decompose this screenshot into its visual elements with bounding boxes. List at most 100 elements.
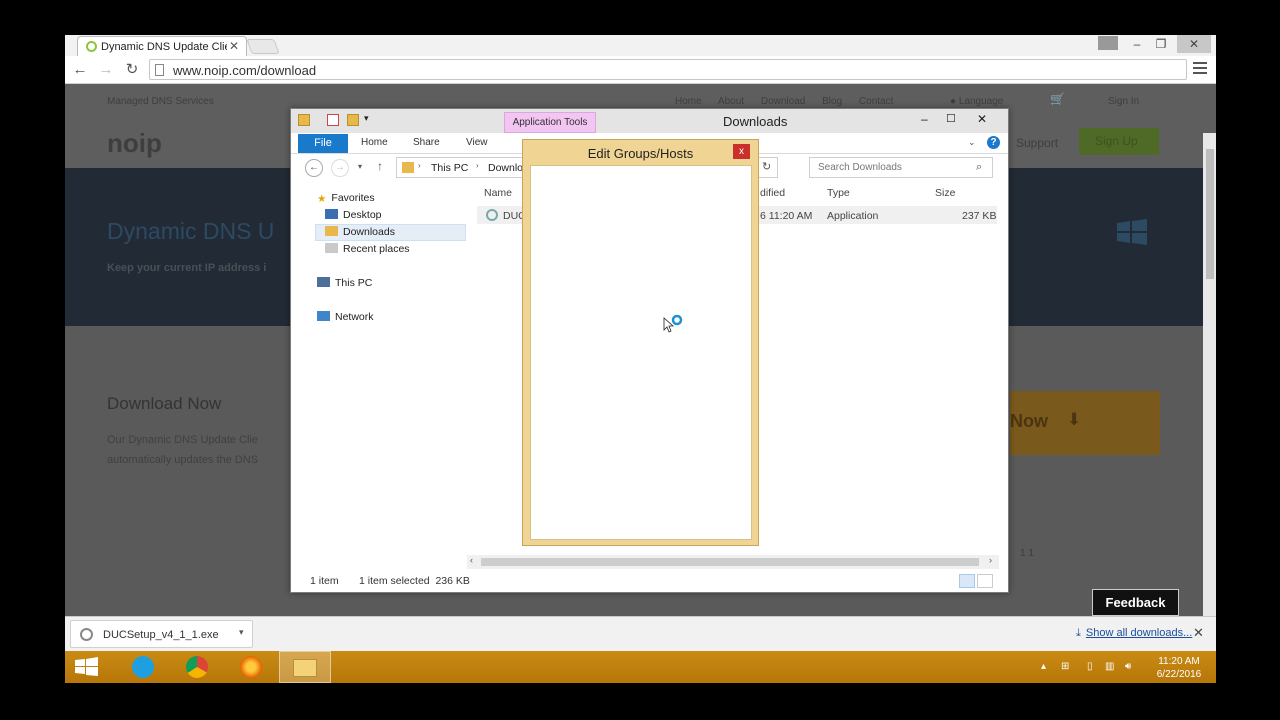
nav-about[interactable]: About (718, 96, 744, 107)
download-item[interactable]: DUCSetup_v4_1_1.exe ▾ (70, 620, 253, 648)
show-hidden-icons[interactable]: ▴ (1041, 661, 1046, 672)
recent-locations-icon[interactable]: ▾ (358, 162, 362, 171)
nav-home[interactable]: Home (675, 96, 702, 107)
file-date: 6 11:20 AM (760, 210, 813, 222)
nav-recent-places[interactable]: Recent places (325, 243, 410, 255)
nav-downloads[interactable]: Downloads (325, 226, 395, 238)
dialog-close-button[interactable]: x (733, 144, 750, 159)
browser-toolbar: ← → ↻ www.noip.com/download (65, 56, 1216, 84)
ribbon-tab-file[interactable]: File (298, 134, 348, 153)
chrome-icon[interactable] (171, 651, 223, 683)
minimize-window-button[interactable]: – (1125, 35, 1149, 53)
column-type[interactable]: Type (827, 187, 850, 199)
nav-favorites[interactable]: ★ Favorites (317, 192, 375, 205)
computer-icon (317, 277, 330, 287)
search-placeholder: Search Downloads (818, 162, 902, 173)
network-tray-icon[interactable]: ▥ (1105, 661, 1114, 672)
noip-logo: noip (107, 128, 162, 158)
expand-ribbon-icon[interactable]: ⌄ (968, 137, 976, 148)
taskbar-clock[interactable]: 11:20 AM 6/22/2016 (1145, 655, 1213, 681)
site-support[interactable]: Support (1016, 136, 1058, 150)
nav-network[interactable]: Network (317, 311, 374, 323)
ribbon-tab-share[interactable]: Share (413, 137, 440, 148)
nav-contact[interactable]: Contact (859, 96, 893, 107)
details-view-icon[interactable] (959, 574, 975, 588)
reload-icon[interactable]: ↻ (122, 60, 142, 80)
download-arrow-icon: ⬇ (1067, 410, 1082, 429)
battery-icon[interactable]: ▯ (1087, 661, 1093, 672)
nav-blog[interactable]: Blog (822, 96, 842, 107)
site-nav: Home About Download Blog Contact (675, 96, 893, 107)
explorer-titlebar[interactable]: ▾ Application Tools Downloads – ☐ ✕ (291, 109, 1008, 133)
search-downloads-input[interactable]: Search Downloads ⌕ (809, 157, 993, 178)
close-tab-icon[interactable]: ✕ (229, 39, 239, 53)
chrome-menu-icon[interactable] (1193, 62, 1207, 77)
browser-tab[interactable]: Dynamic DNS Update Clie ✕ (77, 36, 247, 56)
action-center-icon[interactable]: ⊞ (1061, 661, 1069, 672)
profile-icon[interactable] (1098, 36, 1118, 50)
explorer-minimize-button[interactable]: – (921, 112, 928, 126)
refresh-icon[interactable]: ↻ (762, 160, 771, 173)
download-options-icon[interactable]: ▾ (239, 627, 244, 638)
help-icon[interactable]: ? (987, 136, 1000, 149)
cart-icon[interactable]: 🛒 (1050, 92, 1065, 106)
page-scrollbar[interactable] (1203, 133, 1216, 670)
nav-desktop[interactable]: Desktop (325, 209, 382, 221)
internet-explorer-icon[interactable] (117, 651, 169, 683)
download-now-button[interactable]: Now ⬇ (1010, 391, 1160, 455)
file-explorer-icon (293, 659, 317, 677)
explorer-back-icon[interactable]: ← (305, 159, 323, 177)
status-selection: 1 item selected 236 KB (359, 575, 470, 587)
forward-arrow-icon[interactable]: → (96, 60, 116, 80)
download-now-label: Now (1010, 411, 1048, 431)
file-size: 237 KB (962, 210, 997, 222)
nav-download[interactable]: Download (761, 96, 805, 107)
ribbon-tab-view[interactable]: View (466, 137, 488, 148)
quick-access-dropdown-icon[interactable]: ▾ (364, 113, 369, 124)
application-tools-tab[interactable]: Application Tools (504, 112, 596, 133)
file-explorer-taskbar-button[interactable] (279, 651, 331, 683)
feedback-button[interactable]: Feedback (1092, 589, 1179, 616)
breadcrumb-downloads[interactable]: Downlo (488, 162, 523, 174)
close-shelf-icon[interactable]: ✕ (1193, 625, 1204, 641)
column-date-modified[interactable]: dified (760, 187, 785, 199)
site-sign-up-button[interactable]: Sign Up (1079, 128, 1159, 155)
breadcrumb-this-pc[interactable]: This PC (431, 162, 468, 174)
new-tab-button[interactable] (246, 39, 280, 54)
nav-this-pc[interactable]: This PC (317, 277, 372, 289)
downloads-icon (325, 226, 338, 236)
explorer-close-button[interactable]: ✕ (977, 112, 987, 126)
column-size[interactable]: Size (935, 187, 955, 199)
horizontal-scrollbar[interactable]: ‹ › (467, 555, 999, 569)
new-folder-icon[interactable] (347, 114, 359, 126)
back-arrow-icon[interactable]: ← (70, 60, 90, 80)
language-selector[interactable]: ● Language (950, 96, 1003, 107)
scroll-left-icon[interactable]: ‹ (470, 555, 473, 565)
start-button[interactable] (65, 651, 117, 683)
recent-places-icon (325, 243, 338, 253)
download-filename: DUCSetup_v4_1_1.exe (103, 629, 219, 641)
version-hint: 1 1 (1020, 548, 1034, 559)
maximize-window-button[interactable]: ❐ (1149, 35, 1173, 53)
duc-app-icon (486, 209, 498, 221)
firefox-icon[interactable] (225, 651, 277, 683)
scroll-right-icon[interactable]: › (989, 555, 992, 565)
address-bar[interactable]: www.noip.com/download (149, 59, 1187, 80)
close-window-button[interactable]: ✕ (1177, 35, 1211, 53)
column-name[interactable]: Name (484, 187, 512, 199)
url-text: www.noip.com/download (173, 63, 317, 78)
download-shelf: DUCSetup_v4_1_1.exe ▾ ⤓ Show all download… (65, 616, 1216, 651)
large-icons-view-icon[interactable] (977, 574, 993, 588)
show-all-downloads-link[interactable]: ⤓ Show all downloads... (1076, 627, 1192, 640)
ribbon-tab-home[interactable]: Home (361, 137, 388, 148)
site-tagline: Managed DNS Services (107, 96, 214, 107)
dialog-title: Edit Groups/Hosts (587, 146, 694, 161)
explorer-forward-icon[interactable]: → (331, 159, 349, 177)
explorer-maximize-button[interactable]: ☐ (946, 112, 956, 125)
dialog-body (530, 165, 752, 540)
site-sign-in[interactable]: Sign In (1108, 96, 1139, 107)
up-arrow-icon[interactable]: ↑ (377, 159, 383, 173)
screen: Dynamic DNS Update Clie ✕ – ❐ ✕ ← → ↻ ww… (65, 35, 1216, 683)
properties-icon[interactable] (327, 114, 339, 126)
volume-icon[interactable]: 🔊︎ (1125, 661, 1131, 672)
